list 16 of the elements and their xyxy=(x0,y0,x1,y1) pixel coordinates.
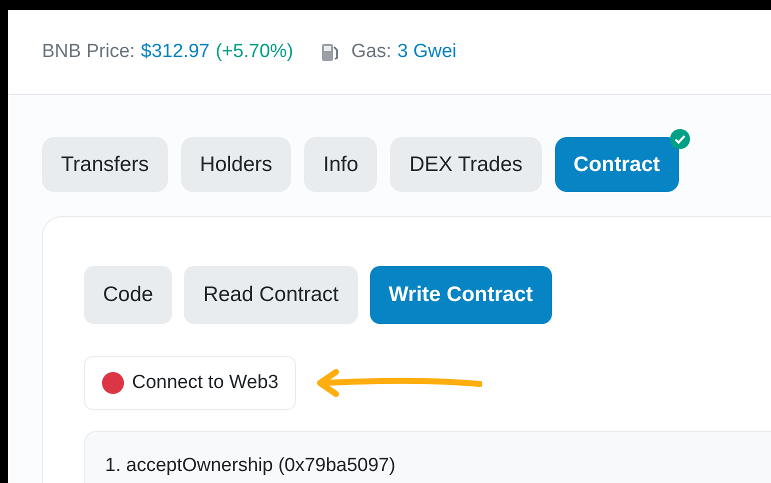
tab[interactable]: Transfers xyxy=(42,137,168,192)
tab[interactable]: Contract xyxy=(554,137,679,192)
tab[interactable]: DEX Trades xyxy=(390,137,542,192)
subtab[interactable]: Read Contract xyxy=(184,266,358,324)
price-value[interactable]: $312.97 xyxy=(140,38,210,66)
subtab[interactable]: Code xyxy=(84,266,172,324)
subtab[interactable]: Write Contract xyxy=(370,266,552,324)
price-label: BNB Price: xyxy=(42,40,135,64)
price-change: (+5.70%) xyxy=(216,40,294,64)
gas-value[interactable]: 3 Gwei xyxy=(397,38,456,66)
tab[interactable]: Info xyxy=(304,137,378,192)
tab[interactable]: Holders xyxy=(180,137,292,192)
connect-button[interactable]: Connect to Web3 xyxy=(84,356,296,410)
gas-label: Gas: xyxy=(351,40,392,64)
arrow-icon xyxy=(316,368,482,398)
function-row[interactable]: 1. acceptOwnership (0x79ba5097) xyxy=(84,431,771,483)
